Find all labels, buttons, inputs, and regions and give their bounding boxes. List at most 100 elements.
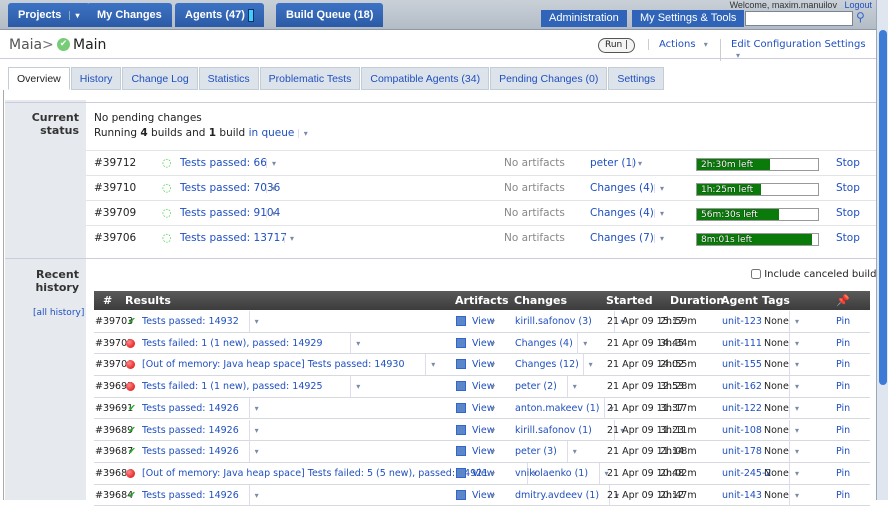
agent-link[interactable]: unit-155 — [722, 354, 762, 375]
chevron-down-icon[interactable]: ▾ — [486, 311, 495, 332]
artifacts-icon[interactable] — [456, 446, 466, 457]
chevron-down-icon[interactable]: ▾ — [654, 184, 664, 193]
pin-link[interactable]: Pin — [836, 333, 850, 354]
agent-link[interactable]: unit-123 — [722, 311, 762, 332]
tab-change-log[interactable]: Change Log — [122, 67, 198, 90]
pin-link[interactable]: Pin — [836, 354, 850, 375]
chevron-down-icon[interactable]: ▾ — [789, 332, 799, 354]
chevron-down-icon[interactable]: ▾ — [266, 184, 276, 193]
chevron-down-icon[interactable]: ▾ — [486, 376, 495, 397]
my-changes-tab[interactable]: My Changes — [87, 3, 172, 27]
artifacts-icon[interactable] — [456, 316, 466, 326]
artifacts-icon[interactable] — [456, 489, 466, 500]
pin-link[interactable]: Pin — [836, 376, 850, 397]
changes-link[interactable]: anton.makeev (1) — [515, 398, 599, 419]
build-result-link[interactable]: Tests passed: 14926 — [142, 441, 239, 462]
changes-link[interactable]: peter (3) — [515, 441, 557, 462]
edit-configuration-menu[interactable]: Edit Configuration Settings ▾ — [720, 39, 876, 61]
chevron-down-icon[interactable]: ▾ — [789, 397, 799, 419]
col-duration[interactable]: Duration — [670, 294, 724, 307]
build-result-link[interactable]: Tests passed: 14926 — [142, 420, 239, 441]
chevron-down-icon[interactable]: ▾ — [566, 441, 577, 463]
agent-link[interactable]: unit-108 — [722, 420, 762, 441]
stop-link[interactable]: Stop — [836, 232, 860, 244]
pin-link[interactable]: Pin — [836, 441, 850, 462]
chevron-down-icon[interactable]: ▾ — [266, 209, 276, 218]
build-number[interactable]: #39710 — [94, 182, 136, 194]
chevron-down-icon[interactable]: ▾ — [486, 420, 495, 441]
pin-link[interactable]: Pin — [836, 463, 850, 484]
changes-link[interactable]: kirill.safonov (3) — [515, 311, 592, 332]
stop-link[interactable]: Stop — [836, 207, 860, 219]
agent-link[interactable]: unit-162 — [722, 376, 762, 397]
build-result-link[interactable]: Tests passed: 66 — [180, 157, 267, 169]
artifacts-icon[interactable] — [456, 402, 466, 413]
changes-link[interactable]: Changes (4) — [590, 182, 654, 194]
search-input[interactable] — [745, 11, 853, 26]
chevron-down-icon[interactable]: ▾ — [486, 441, 495, 462]
changes-link[interactable]: peter (2) — [515, 376, 557, 397]
build-result-link[interactable]: [Out of memory: Java heap space] Tests f… — [142, 463, 488, 484]
pin-link[interactable]: Pin — [836, 420, 850, 441]
build-result-link[interactable]: Tests failed: 1 (1 new), passed: 14925 — [142, 376, 323, 397]
chevron-down-icon[interactable]: ▾ — [486, 485, 495, 506]
changes-link[interactable]: vnikolaenko (1) — [515, 463, 588, 484]
chevron-down-icon[interactable]: ▾ — [582, 354, 593, 376]
build-result-link[interactable]: Tests passed: 13717 — [180, 232, 287, 244]
build-result-link[interactable]: Tests failed: 1 (1 new), passed: 14929 — [142, 333, 323, 354]
chevron-down-icon[interactable]: ▾ — [486, 333, 495, 354]
chevron-down-icon[interactable]: ▾ — [486, 354, 495, 375]
chevron-down-icon[interactable]: ▾ — [789, 484, 799, 506]
build-result-link[interactable]: Tests passed: 14932 — [142, 311, 239, 332]
build-result-link[interactable]: Tests passed: 14926 — [142, 398, 239, 419]
build-queue-tab[interactable]: Build Queue (18) — [276, 3, 384, 27]
tab-history[interactable]: History — [70, 67, 122, 90]
build-number[interactable]: #39709 — [94, 207, 136, 219]
agent-link[interactable]: unit-122 — [722, 398, 762, 419]
changes-link[interactable]: kirill.safonov (1) — [515, 420, 592, 441]
actions-menu[interactable]: Actions ▾ — [648, 39, 708, 50]
chevron-down-icon[interactable]: ▾ — [284, 234, 294, 243]
all-history-link[interactable]: [all history] — [33, 308, 84, 318]
include-canceled-checkbox[interactable] — [751, 269, 761, 279]
tab-settings[interactable]: Settings — [608, 67, 665, 90]
chevron-down-icon[interactable]: ▾ — [248, 397, 259, 419]
scrollbar[interactable] — [876, 0, 888, 500]
col-started[interactable]: Started — [606, 294, 653, 307]
chevron-down-icon[interactable]: ▾ — [425, 354, 435, 376]
chevron-down-icon[interactable]: ▾ — [654, 234, 664, 243]
chevron-down-icon[interactable]: ▾ — [632, 159, 642, 168]
chevron-down-icon[interactable]: ▾ — [248, 441, 259, 463]
chevron-down-icon[interactable]: ▾ — [350, 376, 360, 398]
col-agent[interactable]: Agent — [721, 294, 758, 307]
chevron-down-icon[interactable]: ▾ — [566, 376, 577, 398]
changes-link[interactable]: Changes (4) — [590, 207, 654, 219]
artifacts-icon[interactable] — [456, 337, 466, 348]
chevron-down-icon[interactable]: ▾ — [789, 441, 799, 463]
chevron-down-icon[interactable]: ▾ — [297, 129, 308, 138]
chevron-down-icon[interactable]: ▾ — [789, 354, 799, 376]
build-number[interactable]: #39712 — [94, 157, 136, 169]
chevron-down-icon[interactable]: ▾ — [248, 419, 259, 441]
projects-dropdown-icon[interactable]: ▾ — [69, 11, 80, 20]
chevron-down-icon[interactable]: ▾ — [350, 332, 360, 354]
artifacts-icon[interactable] — [456, 467, 466, 478]
run-button[interactable]: Run | — [598, 38, 636, 53]
chevron-down-icon[interactable]: ▾ — [789, 376, 799, 398]
chevron-down-icon[interactable]: ▾ — [248, 484, 259, 506]
build-result-link[interactable]: [Out of memory: Java heap space] Tests p… — [142, 354, 405, 375]
agent-link[interactable]: unit-111 — [722, 333, 762, 354]
agents-tab[interactable]: Agents (47) — [175, 3, 264, 27]
projects-tab[interactable]: Projects ▾ — [8, 3, 90, 27]
chevron-down-icon[interactable]: ▾ — [789, 419, 799, 441]
pin-link[interactable]: Pin — [836, 311, 850, 332]
chevron-down-icon[interactable]: ▾ — [266, 159, 276, 168]
tab-statistics[interactable]: Statistics — [198, 67, 259, 90]
tab-compatible-agents[interactable]: Compatible Agents (34) — [361, 67, 490, 90]
agent-link[interactable]: unit-143 — [722, 485, 762, 506]
chevron-down-icon[interactable]: ▾ — [654, 209, 664, 218]
in-queue-link[interactable]: in queue — [249, 127, 295, 139]
changes-link[interactable]: peter (1) — [590, 157, 636, 169]
breadcrumb-project[interactable]: Maia — [9, 37, 42, 53]
build-number[interactable]: #39706 — [94, 232, 136, 244]
